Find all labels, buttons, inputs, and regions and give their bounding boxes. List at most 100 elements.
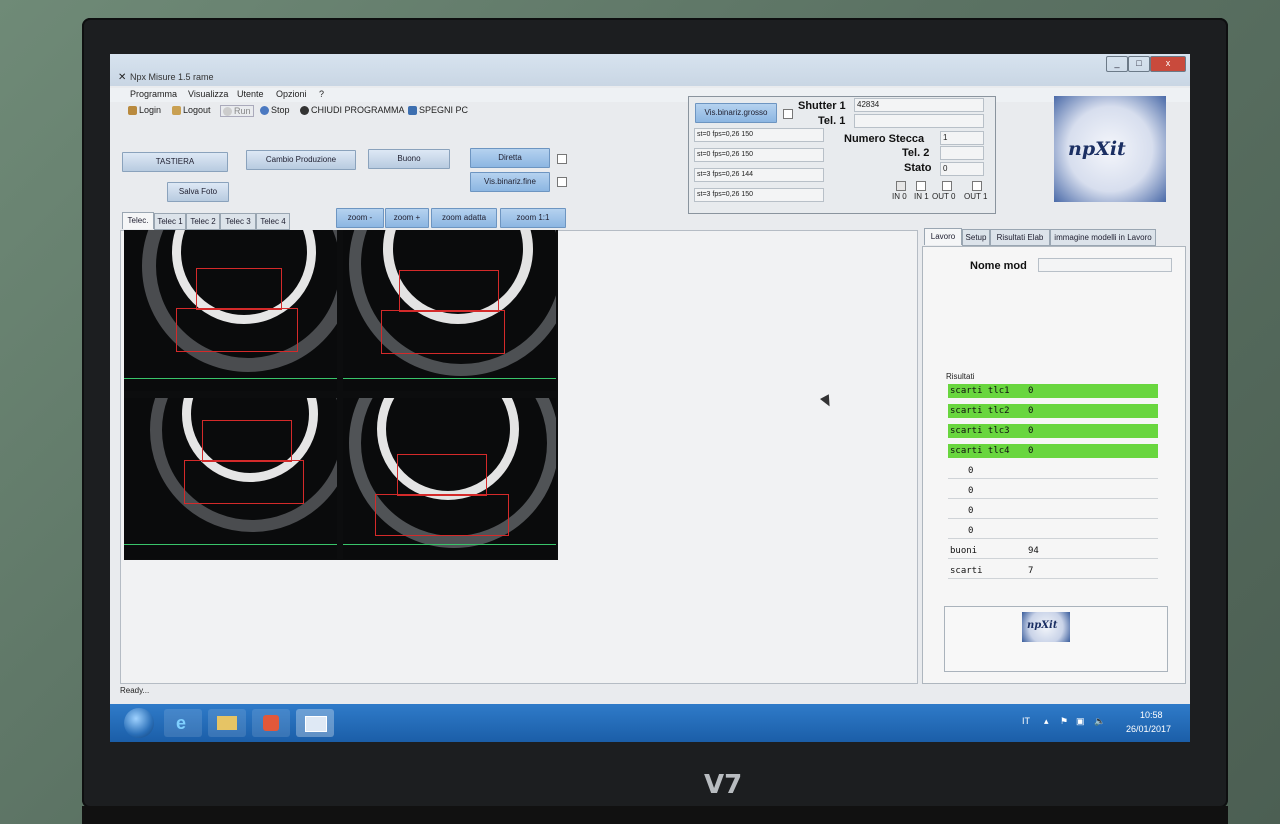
run-button[interactable]: Run (220, 105, 254, 117)
out0-indicator (942, 181, 952, 191)
shutdown-button[interactable]: SPEGNI PC (408, 105, 468, 115)
roi-box (375, 494, 509, 536)
tab-setup[interactable]: Setup (962, 229, 990, 246)
zoom-adatta-button[interactable]: zoom adatta (431, 208, 497, 228)
tab-immagine-modelli[interactable]: immagine modelli in Lavoro (1050, 229, 1156, 246)
result-name: scarti (950, 566, 983, 576)
taskbar: e IT ▴ ⚑ ▣ 🔈 10:58 26/01/2017 (110, 704, 1190, 742)
tab-lavoro[interactable]: Lavoro (924, 228, 962, 245)
tab-telec[interactable]: Telec. (122, 212, 154, 229)
roi-box (184, 460, 304, 504)
result-row: 0 (948, 504, 1158, 519)
vis-grosso-checkbox[interactable] (783, 109, 793, 119)
media-player-icon (263, 715, 279, 731)
camera-view-4[interactable] (343, 398, 556, 559)
roi-box (397, 454, 487, 496)
menu-programma[interactable]: Programma (130, 89, 177, 99)
login-button[interactable]: Login (128, 105, 161, 115)
tel2-field[interactable] (940, 146, 984, 160)
network-icon[interactable]: ▣ (1076, 716, 1085, 727)
media-taskbar-icon[interactable] (252, 709, 290, 737)
result-name: scarti tlc2 (950, 406, 1010, 416)
explorer-taskbar-icon[interactable] (208, 709, 246, 737)
result-value: 0 (968, 526, 974, 536)
tab-risultati-elab[interactable]: Risultati Elab (990, 229, 1050, 246)
camera-view-2[interactable] (343, 230, 556, 391)
menu-visualizza[interactable]: Visualizza (188, 89, 228, 99)
ie-taskbar-icon[interactable]: e (164, 709, 202, 737)
start-button[interactable] (124, 708, 154, 738)
camera-grid (124, 230, 558, 560)
stato-label: Stato (904, 162, 932, 174)
in1-label: IN 1 (914, 192, 929, 201)
shutter-label: Shutter 1 (798, 100, 846, 112)
volume-icon[interactable]: 🔈 (1094, 716, 1105, 727)
in0-indicator (896, 181, 906, 191)
diretta-button[interactable]: Diretta (470, 148, 550, 168)
reference-line (124, 544, 337, 545)
language-indicator[interactable]: IT (1022, 716, 1030, 726)
tab-telec-2[interactable]: Telec 2 (186, 213, 220, 230)
close-button[interactable]: x (1150, 56, 1186, 72)
result-value: 0 (1028, 446, 1034, 456)
result-name: scarti tlc1 (950, 386, 1010, 396)
nome-mod-field[interactable] (1038, 258, 1172, 272)
tray-arrow-icon[interactable]: ▴ (1044, 716, 1049, 727)
logout-button[interactable]: Logout (172, 105, 211, 115)
tab-telec-1[interactable]: Telec 1 (154, 213, 186, 230)
close-program-label: CHIUDI PROGRAMMA (311, 105, 405, 115)
vis-fine-checkbox[interactable] (557, 177, 567, 187)
camera-view-1[interactable] (124, 230, 337, 391)
stop-button[interactable]: Stop (260, 105, 290, 115)
reference-line (343, 378, 556, 379)
camera-view-3[interactable] (124, 398, 337, 559)
shutter-field[interactable]: 42834 (854, 98, 984, 112)
vis-binariz-grosso-button[interactable]: Vis.binariz.grosso (695, 103, 777, 123)
result-value: 0 (1028, 426, 1034, 436)
exit-icon (300, 105, 309, 115)
out1-indicator (972, 181, 982, 191)
roi-box (196, 268, 282, 310)
camera-stat-1: st=0 fps=0,26 150 (694, 128, 824, 142)
buono-button[interactable]: Buono (368, 149, 450, 169)
app-taskbar-icon[interactable] (296, 709, 334, 737)
close-program-button[interactable]: CHIUDI PROGRAMMA (300, 105, 405, 115)
logout-icon (172, 105, 181, 115)
result-row: 0 (948, 524, 1158, 539)
stato-field[interactable]: 0 (940, 162, 984, 176)
flag-icon[interactable]: ⚑ (1060, 716, 1068, 727)
tel1-field[interactable] (854, 114, 984, 128)
minimize-button[interactable]: _ (1106, 56, 1128, 72)
numero-stecca-field[interactable]: 1 (940, 131, 984, 145)
clock-time[interactable]: 10:58 (1140, 710, 1163, 720)
zoom-minus-button[interactable]: zoom - (336, 208, 384, 228)
roi-box (176, 308, 298, 352)
menu-bar: Programma Visualizza Utente Opzioni ? (110, 88, 1190, 102)
ie-icon: e (176, 713, 187, 733)
logo-text: npXit (1068, 138, 1126, 160)
numero-stecca-label: Numero Stecca (844, 133, 925, 145)
npxit-small-logo: npXit (1022, 612, 1070, 642)
tab-telec-4[interactable]: Telec 4 (256, 213, 290, 230)
tastiera-button[interactable]: TASTIERA (122, 152, 228, 172)
vis-binariz-fine-button[interactable]: Vis.binariz.fine (470, 172, 550, 192)
in1-indicator (916, 181, 926, 191)
menu-opzioni[interactable]: Opzioni (276, 89, 307, 99)
menu-utente[interactable]: Utente (237, 89, 264, 99)
salva-foto-button[interactable]: Salva Foto (167, 182, 229, 202)
clock-date[interactable]: 26/01/2017 (1126, 724, 1171, 734)
diretta-checkbox[interactable] (557, 154, 567, 164)
camera-stat-2: st=0 fps=0,26 150 (694, 148, 824, 162)
maximize-button[interactable]: □ (1128, 56, 1150, 72)
camera-stat-3: st=3 fps=0,26 144 (694, 168, 824, 182)
tab-telec-3[interactable]: Telec 3 (220, 213, 256, 230)
out1-label: OUT 1 (964, 192, 988, 201)
result-row: buoni 94 (948, 544, 1158, 559)
reference-line (343, 544, 556, 545)
result-value: 0 (968, 506, 974, 516)
result-row-green: scarti tlc3 0 (948, 424, 1158, 438)
zoom-1-1-button[interactable]: zoom 1:1 (500, 208, 566, 228)
menu-help[interactable]: ? (319, 89, 324, 99)
cambio-produzione-button[interactable]: Cambio Produzione (246, 150, 356, 170)
zoom-plus-button[interactable]: zoom + (385, 208, 429, 228)
